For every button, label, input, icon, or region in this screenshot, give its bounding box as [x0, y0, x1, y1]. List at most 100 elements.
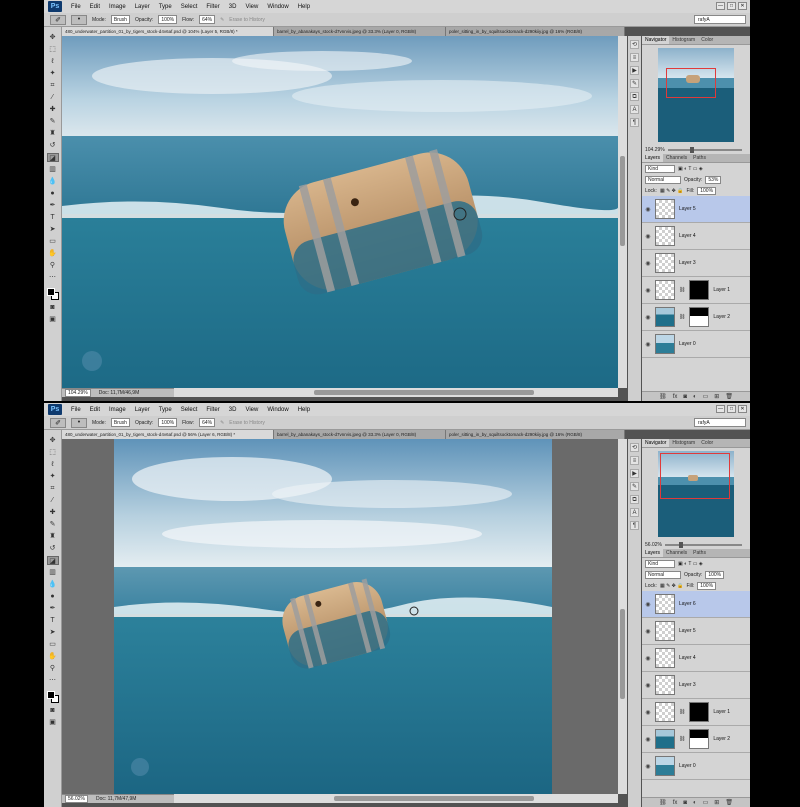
menu-3d[interactable]: 3D: [229, 4, 237, 10]
gradient-tool-icon[interactable]: ▥: [47, 568, 59, 577]
brush-size-picker[interactable]: •: [71, 417, 87, 428]
group-icon[interactable]: ▭: [703, 799, 709, 806]
layer-row[interactable]: ◉ Layer 6: [642, 591, 750, 618]
add-mask-icon[interactable]: ◙: [683, 800, 687, 806]
history-panel-icon[interactable]: ⟲: [630, 40, 639, 49]
eyedropper-tool-icon[interactable]: ⁄: [47, 496, 59, 505]
trash-icon[interactable]: 🗑: [725, 393, 733, 400]
lock-icons[interactable]: ▦ ✎ ✥ 🔒: [660, 188, 684, 194]
doc-tab-underwater[interactable]: 480_underwater_partition_01_by_tigers_st…: [62, 27, 274, 36]
navigator-zoom-slider[interactable]: [664, 541, 742, 548]
canvas-area[interactable]: [62, 36, 618, 388]
menu-help[interactable]: Help: [298, 4, 310, 10]
more-tools-icon[interactable]: ⋯: [47, 676, 59, 685]
tab-histogram[interactable]: Histogram: [669, 36, 698, 44]
tab-channels[interactable]: Channels: [663, 549, 690, 557]
type-tool-icon[interactable]: T: [47, 616, 59, 625]
navigator-view-box[interactable]: [660, 453, 730, 499]
layer-name[interactable]: Layer 5: [679, 206, 696, 212]
menu-edit[interactable]: Edit: [90, 407, 100, 413]
horizontal-scrollbar[interactable]: [174, 794, 618, 803]
layer-fill-input[interactable]: 100%: [697, 581, 717, 590]
eraser-tool-icon[interactable]: ◪: [46, 556, 59, 565]
layer-row[interactable]: ◉ ⛓ Layer 2: [642, 304, 750, 331]
eye-icon[interactable]: ◉: [645, 260, 651, 267]
hand-tool-icon[interactable]: ✋: [47, 652, 59, 661]
quick-mask-icon[interactable]: ◙: [47, 706, 59, 715]
paragraph-panel-icon[interactable]: ¶: [630, 521, 639, 530]
dodge-tool-icon[interactable]: ●: [47, 592, 59, 601]
navigator-zoom-slider[interactable]: [667, 146, 742, 153]
quick-select-tool-icon[interactable]: ✦: [47, 472, 59, 481]
layer-row[interactable]: ◉ Layer 0: [642, 753, 750, 780]
layer-name[interactable]: Layer 2: [713, 736, 730, 742]
tab-layers[interactable]: Layers: [642, 549, 664, 557]
maximize-button[interactable]: □: [727, 2, 736, 10]
doc-tab-poler[interactable]: poler_sitting_in_by_squiltsocktomack-d29…: [446, 430, 625, 439]
dodge-tool-icon[interactable]: ●: [47, 189, 59, 198]
flow-input[interactable]: 64%: [199, 15, 216, 24]
layer-row[interactable]: ◉ Layer 3: [642, 672, 750, 699]
menu-select[interactable]: Select: [181, 4, 198, 10]
eraser-tool-preset-icon[interactable]: ✐: [50, 417, 66, 428]
group-icon[interactable]: ▭: [703, 393, 709, 400]
layer-fill-input[interactable]: 100%: [697, 186, 717, 195]
fx-icon[interactable]: fx: [673, 394, 678, 400]
layer-mask-thumbnail[interactable]: [689, 702, 710, 722]
adjustment-icon[interactable]: ◐: [693, 800, 697, 806]
doc-tab-barrel[interactable]: barrel_by_abanakays_stock-d7vnrvis.jpeg …: [274, 27, 446, 36]
close-button[interactable]: ✕: [738, 405, 747, 413]
menu-select[interactable]: Select: [181, 407, 198, 413]
history-brush-tool-icon[interactable]: ↺: [47, 141, 59, 150]
eye-icon[interactable]: ◉: [645, 206, 651, 213]
blend-mode-select[interactable]: Normal: [645, 570, 681, 579]
eye-icon[interactable]: ◉: [645, 628, 651, 635]
quick-mask-icon[interactable]: ◙: [47, 303, 59, 312]
new-layer-icon[interactable]: ⊞: [714, 799, 719, 806]
history-brush-tool-icon[interactable]: ↺: [47, 544, 59, 553]
scene-image[interactable]: [62, 36, 618, 388]
eye-icon[interactable]: ◉: [645, 601, 651, 608]
layer-mask-thumbnail[interactable]: [689, 280, 710, 300]
menu-type[interactable]: Type: [159, 407, 172, 413]
tab-histogram[interactable]: Histogram: [669, 439, 698, 447]
layer-row[interactable]: ◉ ⛓ Layer 1: [642, 277, 750, 304]
eye-icon[interactable]: ◉: [645, 763, 651, 770]
zoom-tool-icon[interactable]: ⚲: [47, 261, 59, 270]
properties-panel-icon[interactable]: ≡: [630, 53, 639, 62]
tab-navigator[interactable]: Navigator: [642, 36, 670, 44]
gradient-tool-icon[interactable]: ▥: [47, 165, 59, 174]
actions-panel-icon[interactable]: ▶: [630, 66, 639, 75]
erase-to-history-checkbox[interactable]: Erase to History: [229, 420, 265, 426]
shape-tool-icon[interactable]: ▭: [47, 640, 59, 649]
navigator-preview[interactable]: [658, 451, 734, 537]
menu-file[interactable]: File: [71, 407, 81, 413]
path-select-tool-icon[interactable]: ➤: [47, 628, 59, 637]
zoom-level[interactable]: 56.02%: [65, 795, 88, 803]
filter-icons[interactable]: ▣ ◐ T ▭ ◈: [678, 561, 703, 567]
workspace-select[interactable]: rafyA: [694, 418, 746, 427]
navigator-preview[interactable]: [658, 48, 734, 142]
vertical-scrollbar[interactable]: [618, 439, 627, 794]
maximize-button[interactable]: □: [727, 405, 736, 413]
eye-icon[interactable]: ◉: [645, 736, 651, 743]
eraser-tool-icon[interactable]: ◪: [46, 153, 59, 162]
tab-navigator[interactable]: Navigator: [642, 439, 670, 447]
menu-file[interactable]: File: [71, 4, 81, 10]
layer-row[interactable]: ◉ ⛓ Layer 1: [642, 699, 750, 726]
layer-row[interactable]: ◉ Layer 0: [642, 331, 750, 358]
paragraph-panel-icon[interactable]: ¶: [630, 118, 639, 127]
layer-row[interactable]: ◉ Layer 3: [642, 250, 750, 277]
menu-3d[interactable]: 3D: [229, 407, 237, 413]
eyedropper-tool-icon[interactable]: ⁄: [47, 93, 59, 102]
tab-paths[interactable]: Paths: [690, 154, 709, 162]
navigator-zoom-value[interactable]: 56.02%: [645, 542, 662, 548]
clone-source-icon[interactable]: ⧉: [630, 495, 639, 504]
layer-name[interactable]: Layer 3: [679, 682, 696, 688]
opacity-input[interactable]: 100%: [158, 15, 178, 24]
character-panel-icon[interactable]: A: [630, 105, 639, 114]
lasso-tool-icon[interactable]: ℓ: [47, 460, 59, 469]
color-swatches[interactable]: [46, 691, 59, 703]
layer-name[interactable]: Layer 1: [713, 709, 730, 715]
minimize-button[interactable]: —: [716, 405, 725, 413]
